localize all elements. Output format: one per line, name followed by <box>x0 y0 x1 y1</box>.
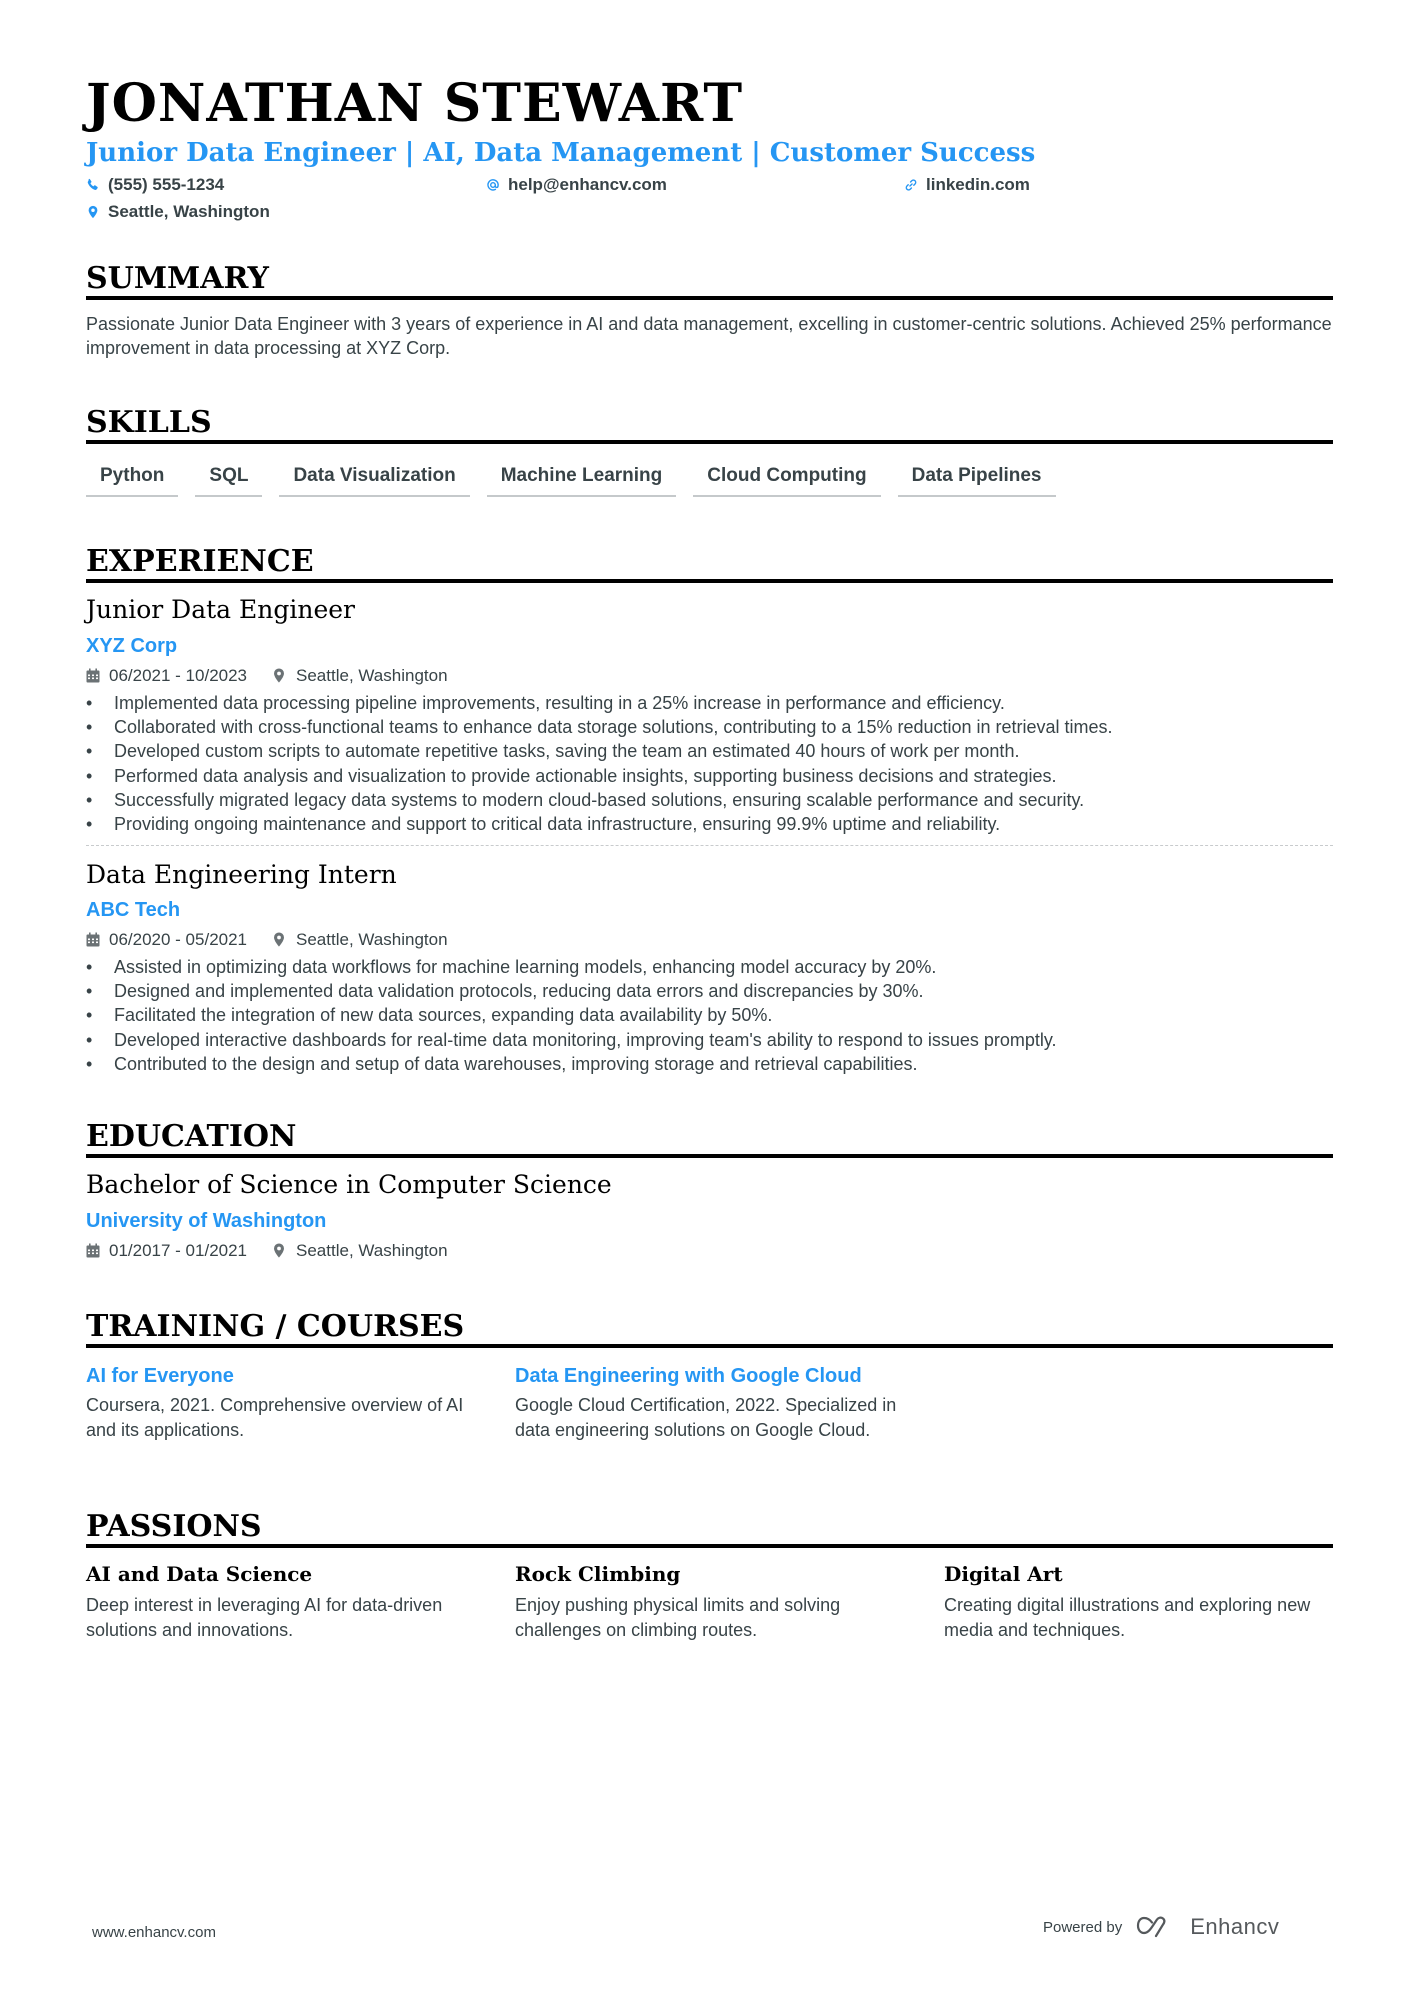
skills-list: Python SQL Data Visualization Machine Le… <box>86 462 1056 497</box>
education-heading: EDUCATION <box>86 1119 297 1154</box>
course-description: Google Cloud Certification, 2022. Specia… <box>515 1395 897 1440</box>
education-location-text: Seattle, Washington <box>296 1241 448 1260</box>
at-icon <box>487 179 499 191</box>
summary-heading: SUMMARY <box>86 261 269 296</box>
calendar-icon <box>86 668 100 683</box>
summary-text: Passionate Junior Data Engineer with 3 y… <box>86 314 1332 358</box>
calendar-icon <box>86 932 100 947</box>
bullet-item: Designed and implemented data validation… <box>86 979 1333 1003</box>
job-title: Data Engineering Intern <box>86 860 397 889</box>
passion-title: AI and Data Science <box>86 1562 313 1586</box>
bullet-item: Developed interactive dashboards for rea… <box>86 1028 1333 1052</box>
passions-heading: PASSIONS <box>86 1509 262 1544</box>
passions-divider <box>86 1544 1333 1548</box>
education-dates: 01/2017 - 01/2021 <box>109 1241 248 1260</box>
location-pin-icon <box>274 932 284 947</box>
job-location-text: Seattle, Washington <box>296 930 448 949</box>
experience-divider <box>86 579 1333 583</box>
link-icon <box>905 179 917 191</box>
phone-text: (555) 555-1234 <box>108 175 225 194</box>
job-bullets: Assisted in optimizing data workflows fo… <box>86 955 1333 1076</box>
job-title: Junior Data Engineer <box>86 595 356 624</box>
experience-heading: EXPERIENCE <box>86 544 314 579</box>
job-meta: 06/2021 - 10/2023 Seattle, Washington <box>86 667 448 684</box>
powered-by-label: Powered by <box>1043 1918 1123 1936</box>
degree-title: Bachelor of Science in Computer Science <box>86 1170 612 1199</box>
bullet-item: Developed custom scripts to automate rep… <box>86 739 1333 763</box>
job-location: Seattle, Washington <box>273 667 448 684</box>
entry-separator <box>86 845 1333 846</box>
bullet-item: Implemented data processing pipeline imp… <box>86 691 1333 715</box>
candidate-name: JONATHAN STEWART <box>86 73 744 134</box>
passion-description: Enjoy pushing physical limits and solvin… <box>515 1595 841 1640</box>
location-pin-icon <box>274 668 284 683</box>
training-divider <box>86 1344 1333 1348</box>
phone-icon <box>87 178 98 191</box>
bullet-item: Collaborated with cross-functional teams… <box>86 715 1333 739</box>
skill-tag: Data Visualization <box>279 462 470 497</box>
footer-branding[interactable]: Powered by Enhancv <box>1043 1914 1279 1940</box>
bullet-item: Successfully migrated legacy data system… <box>86 788 1333 812</box>
education-divider <box>86 1154 1333 1158</box>
course-title: AI for Everyone <box>86 1365 234 1387</box>
education-meta: 01/2017 - 01/2021 Seattle, Washington <box>86 1242 448 1259</box>
job-bullets: Implemented data processing pipeline imp… <box>86 691 1333 836</box>
enhancv-logo-icon <box>1137 1916 1166 1938</box>
job-meta: 06/2020 - 05/2021 Seattle, Washington <box>86 931 448 948</box>
course-description: Coursera, 2021. Comprehensive overview o… <box>86 1395 464 1440</box>
skills-divider <box>86 440 1333 444</box>
job-location-text: Seattle, Washington <box>296 666 448 685</box>
training-heading: TRAINING / COURSES <box>86 1309 465 1344</box>
skill-tag: SQL <box>195 462 263 497</box>
course-title: Data Engineering with Google Cloud <box>515 1365 862 1387</box>
skill-tag: Python <box>86 462 179 497</box>
school-name: University of Washington <box>86 1210 327 1232</box>
skill-tag: Machine Learning <box>486 462 677 497</box>
education-location: Seattle, Washington <box>273 1242 448 1259</box>
bullet-item: Performed data analysis and visualizatio… <box>86 764 1333 788</box>
location-pin-icon <box>274 1243 284 1258</box>
skill-tag: Data Pipelines <box>897 462 1056 497</box>
contact-phone: (555) 555-1234 <box>86 175 224 195</box>
location-pin-icon <box>88 205 98 219</box>
passion-description: Deep interest in leveraging AI for data-… <box>86 1595 443 1640</box>
bullet-item: Contributed to the design and setup of d… <box>86 1052 1333 1076</box>
bullet-item: Assisted in optimizing data workflows fo… <box>86 955 1333 979</box>
contact-location: Seattle, Washington <box>86 202 270 222</box>
summary-divider <box>86 296 1333 300</box>
enhancv-logo[interactable]: Enhancv <box>1136 1914 1279 1940</box>
skills-heading: SKILLS <box>86 405 212 440</box>
job-location: Seattle, Washington <box>273 931 448 948</box>
company-name: XYZ Corp <box>86 635 178 657</box>
email-link[interactable]: help@enhancv.com <box>508 175 667 195</box>
job-dates: 06/2020 - 05/2021 <box>109 930 248 949</box>
job-dates: 06/2021 - 10/2023 <box>109 666 248 685</box>
website-link[interactable]: linkedin.com <box>926 175 1030 195</box>
company-name: ABC Tech <box>86 899 181 921</box>
bullet-item: Facilitated the integration of new data … <box>86 1003 1333 1027</box>
contact-website[interactable]: linkedin.com <box>904 175 1030 195</box>
location-text: Seattle, Washington <box>108 202 270 221</box>
footer-website[interactable]: www.enhancv.com <box>92 1924 216 1941</box>
calendar-icon <box>86 1243 100 1258</box>
passion-title: Digital Art <box>944 1562 1063 1586</box>
skill-tag: Cloud Computing <box>693 462 881 497</box>
brand-name: Enhancv <box>1190 1914 1280 1939</box>
candidate-headline: Junior Data Engineer | AI, Data Manageme… <box>86 138 1036 168</box>
contact-email[interactable]: help@enhancv.com <box>486 175 667 195</box>
bullet-item: Providing ongoing maintenance and suppor… <box>86 812 1333 836</box>
passion-title: Rock Climbing <box>515 1562 681 1586</box>
passion-description: Creating digital illustrations and explo… <box>944 1595 1311 1640</box>
